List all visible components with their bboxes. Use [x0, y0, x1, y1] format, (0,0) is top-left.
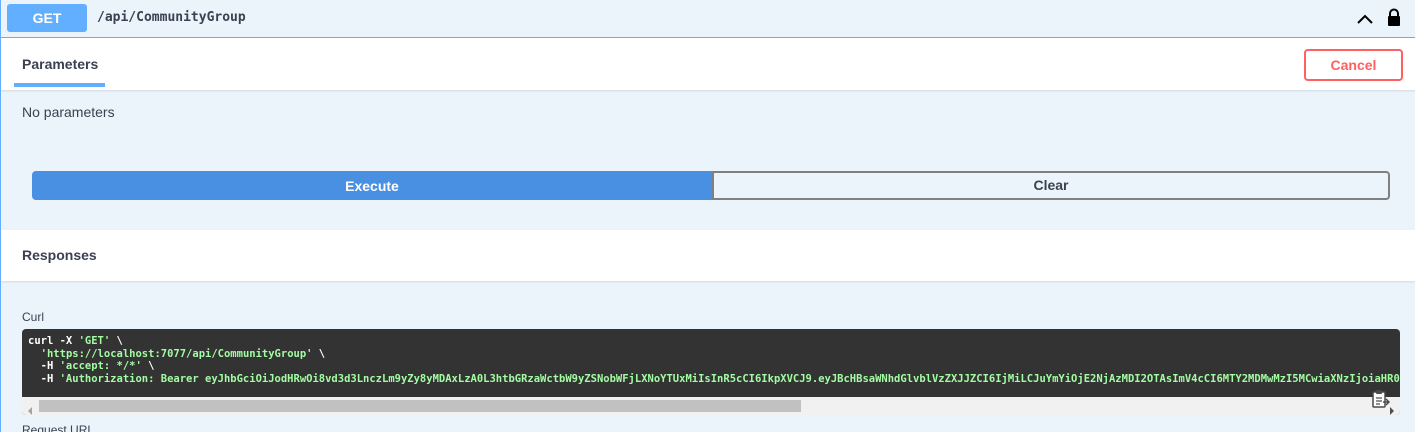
curl-line: 'https://localhost:7077/api/CommunityGro…	[40, 347, 326, 360]
endpoint-path: /api/CommunityGroup	[97, 10, 246, 25]
responses-header: Responses	[1, 230, 1415, 281]
curl-line: curl -X 'GET' \	[28, 335, 123, 347]
curl-line: -H 'accept: */*' \	[28, 360, 155, 373]
operation-block: GET /api/CommunityGroup Parameters Cance…	[0, 0, 1415, 432]
responses-title: Responses	[22, 247, 97, 263]
scrollbar-thumb[interactable]	[39, 400, 801, 412]
tab-header: Parameters Cancel	[1, 38, 1415, 90]
curl-line: -H 'Authorization: Bearer eyJhbGciOiJodH…	[28, 372, 1400, 385]
request-url-label: Request URL	[22, 423, 95, 432]
cancel-button[interactable]: Cancel	[1304, 49, 1403, 81]
operation-summary[interactable]: GET /api/CommunityGroup	[1, 0, 1415, 38]
horizontal-scrollbar[interactable]	[22, 397, 1400, 415]
tab-parameters[interactable]: Parameters	[14, 38, 106, 86]
lock-icon[interactable]	[1386, 8, 1402, 33]
curl-label: Curl	[22, 310, 45, 324]
chevron-up-icon[interactable]	[1355, 10, 1375, 35]
scroll-left-arrow-icon[interactable]	[26, 402, 34, 415]
tab-active-indicator	[14, 83, 105, 87]
clear-button[interactable]: Clear	[712, 171, 1390, 200]
http-method-badge: GET	[7, 4, 87, 32]
curl-code-block[interactable]: curl -X 'GET' \ 'https://localhost:7077/…	[22, 329, 1400, 415]
curl-command: curl -X 'GET' \ 'https://localhost:7077/…	[28, 335, 1400, 385]
copy-to-clipboard-icon[interactable]	[1372, 389, 1391, 414]
no-parameters-text: No parameters	[22, 104, 115, 120]
execute-button[interactable]: Execute	[32, 171, 712, 200]
